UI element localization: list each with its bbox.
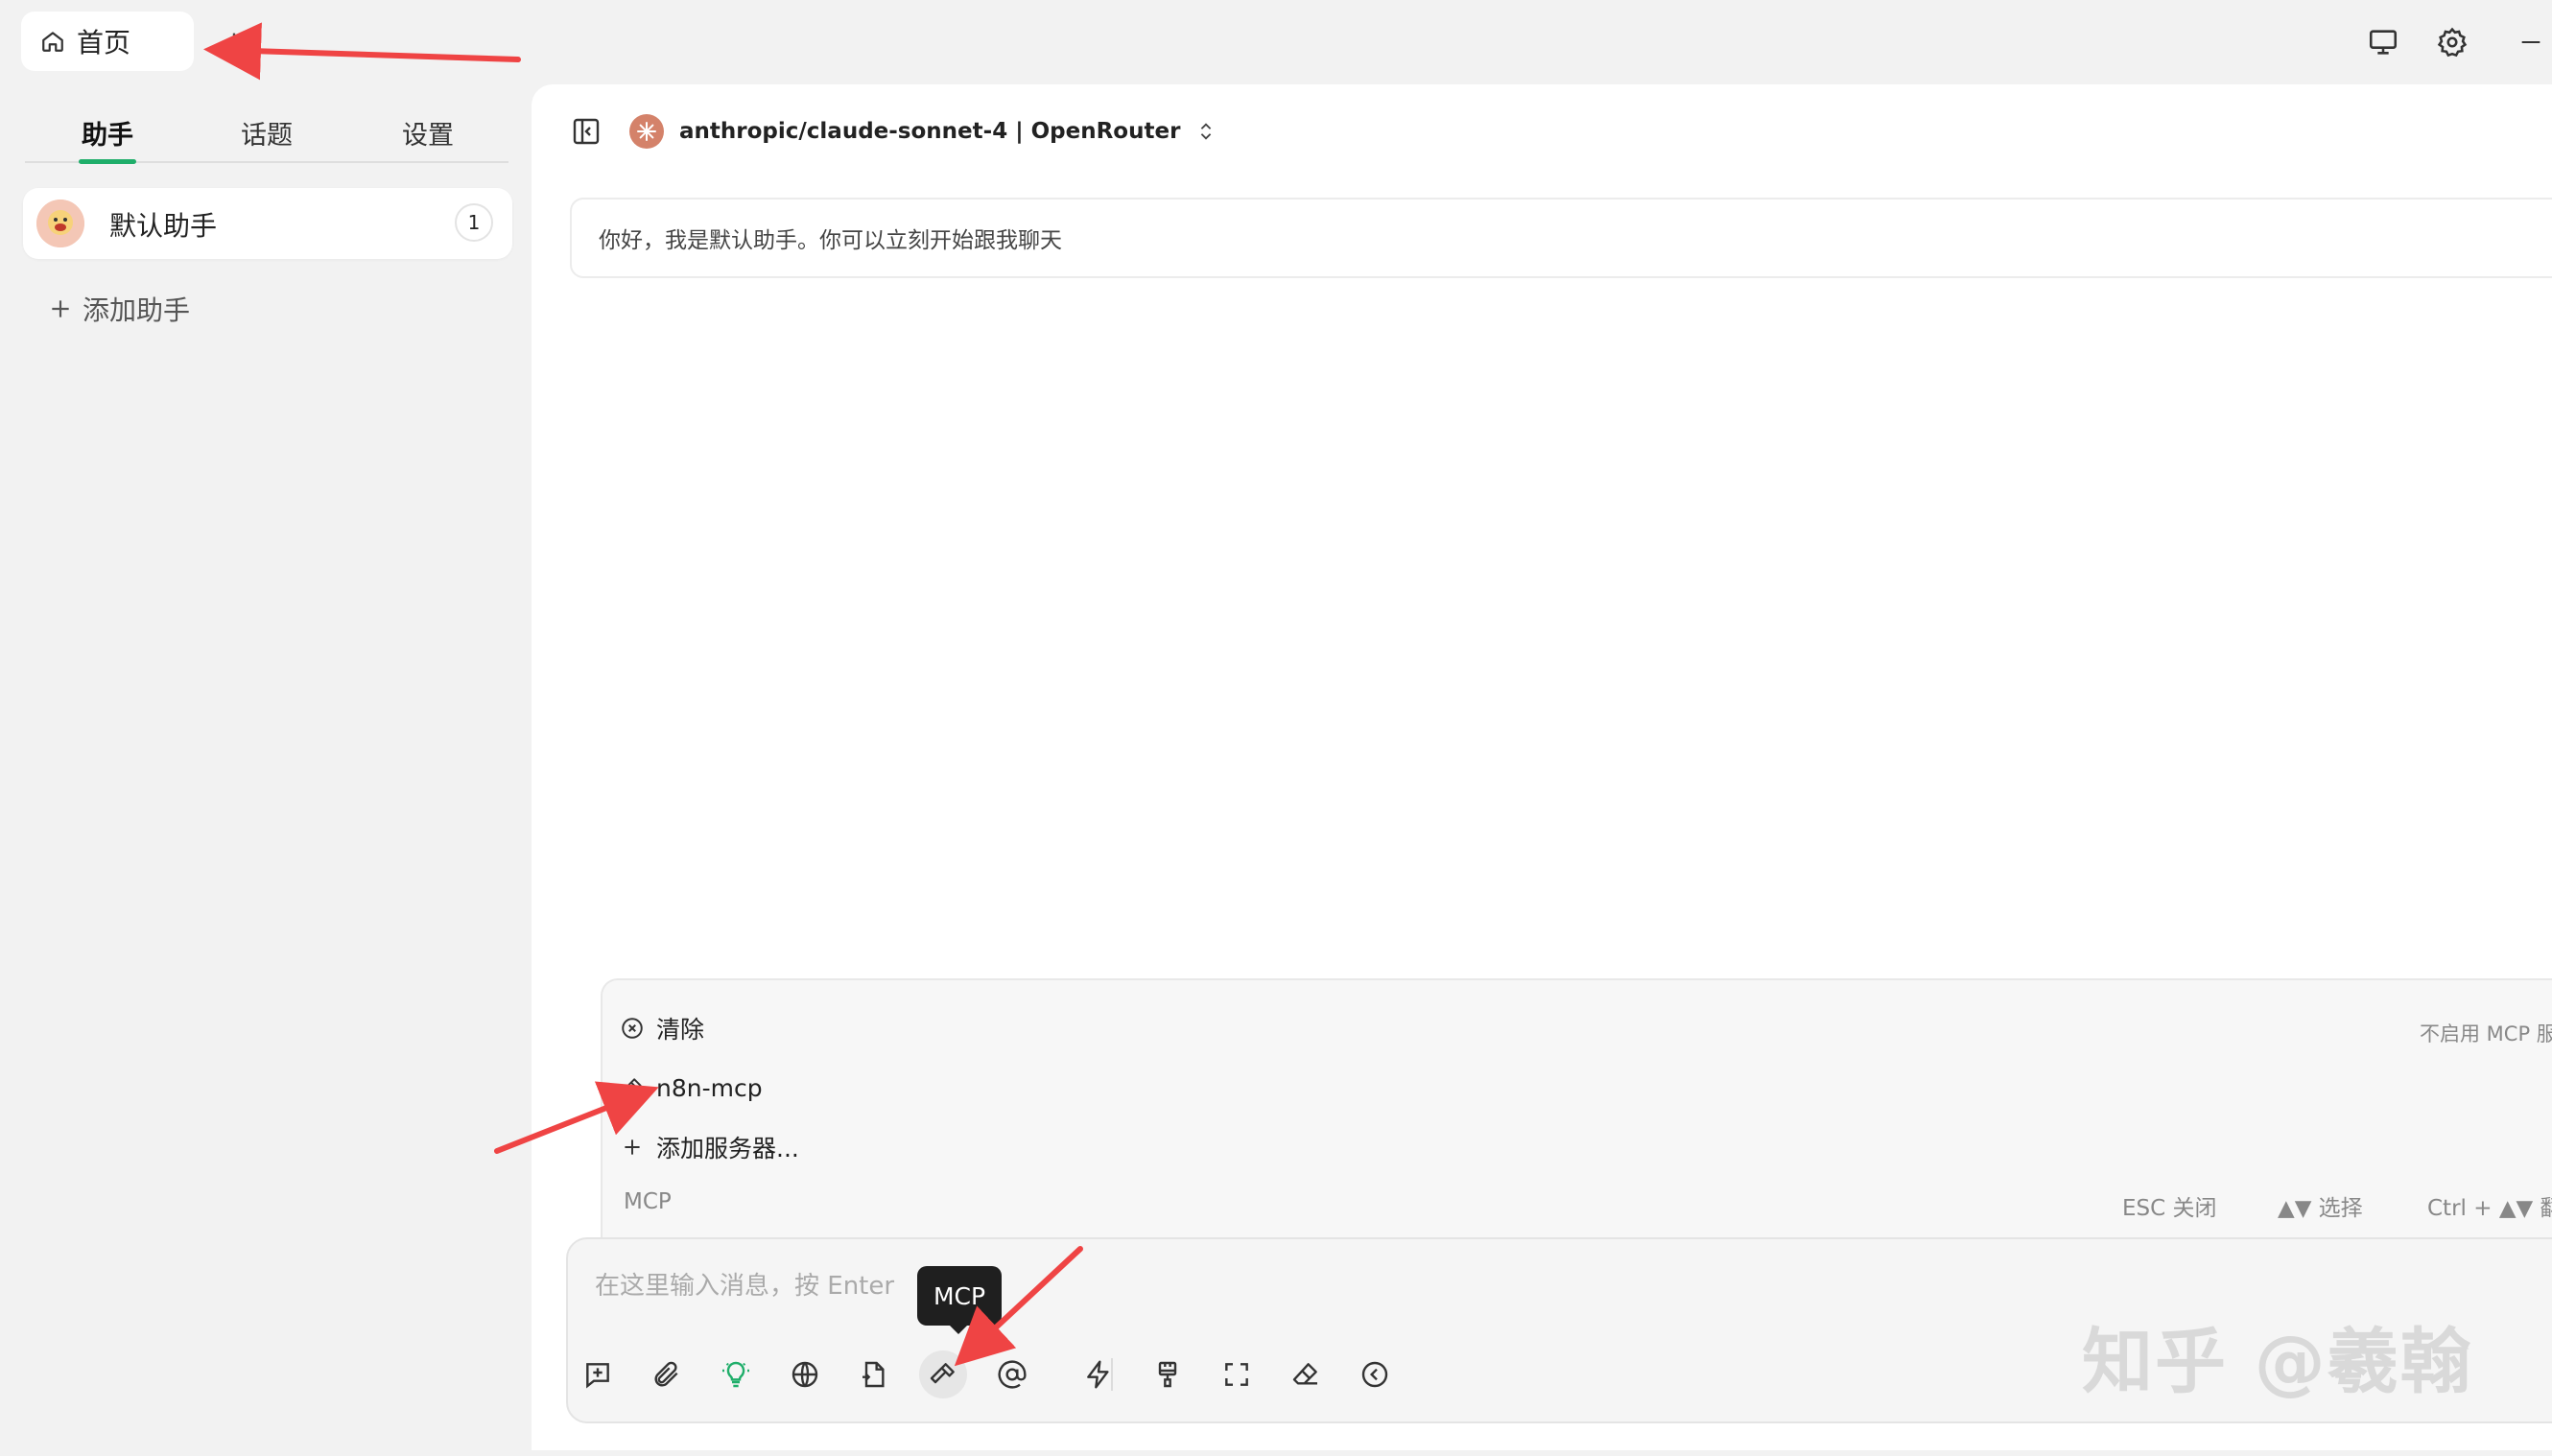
mcp-tooltip: MCP — [917, 1266, 1002, 1326]
web-search-button[interactable] — [781, 1350, 829, 1398]
lightbulb-icon — [722, 1361, 749, 1388]
minimize-button[interactable] — [2510, 21, 2552, 63]
tab-home-label: 首页 — [77, 27, 131, 59]
model-selector[interactable]: anthropic/claude-sonnet-4 | OpenRouter — [629, 109, 1217, 153]
message-input-placeholder: 在这里输入消息，按 Enter — [595, 1272, 895, 1301]
mcp-tools-button[interactable] — [919, 1350, 967, 1398]
clear-circle-icon — [622, 1018, 643, 1039]
tab-settings[interactable]: 设置 — [366, 96, 489, 169]
sidebar-toggle-button[interactable] — [566, 111, 606, 152]
add-assistant-button[interactable]: 添加助手 — [48, 290, 190, 328]
settings-button[interactable] — [2431, 21, 2473, 63]
shortcut-esc-close: ESC 关闭 — [2122, 1196, 2217, 1221]
monitor-icon — [2369, 30, 2398, 55]
hammer-icon — [930, 1363, 955, 1384]
add-assistant-label: 添加助手 — [83, 294, 191, 326]
quick-phrase-button[interactable] — [1075, 1350, 1122, 1398]
image-generation-button[interactable] — [1144, 1350, 1192, 1398]
plus-icon — [52, 300, 69, 317]
chat-panel: anthropic/claude-sonnet-4 | OpenRouter 你… — [532, 84, 2552, 1450]
mcp-server-item-n8n[interactable]: n8n-mcp — [620, 1069, 763, 1107]
reasoning-button[interactable] — [712, 1350, 760, 1398]
model-name: anthropic/claude-sonnet-4 | OpenRouter — [679, 119, 1181, 144]
globe-icon — [792, 1361, 818, 1388]
hammer-icon — [622, 1078, 642, 1095]
chevron-updown-icon — [1201, 123, 1212, 140]
at-icon — [998, 1360, 1027, 1389]
tab-assistants[interactable]: 助手 — [46, 96, 169, 169]
fullscreen-button[interactable] — [1213, 1350, 1261, 1398]
lightning-icon — [1087, 1360, 1109, 1389]
plus-icon — [224, 33, 244, 52]
mcp-disable-hint: 不启用 MCP 服 — [2420, 1022, 2552, 1045]
new-topic-button[interactable] — [574, 1350, 622, 1398]
tab-home[interactable]: 首页 — [21, 12, 194, 71]
clear-context-button[interactable] — [1282, 1350, 1330, 1398]
active-tab-indicator — [79, 159, 136, 164]
paperclip-icon — [654, 1361, 678, 1387]
mcp-clear-item[interactable]: 清除 — [620, 1009, 704, 1047]
eraser-icon — [1292, 1363, 1317, 1385]
mcp-clear-label: 清除 — [656, 1016, 705, 1044]
tab-topics[interactable]: 话题 — [205, 96, 328, 169]
brush-icon — [1158, 1361, 1177, 1388]
collapse-left-icon — [1361, 1361, 1388, 1388]
mcp-add-server-item[interactable]: 添加服务器... — [620, 1128, 799, 1166]
attachment-button[interactable] — [643, 1350, 691, 1398]
mcp-tooltip-tail — [948, 1324, 969, 1334]
claude-logo-icon — [629, 114, 664, 149]
mcp-add-server-label: 添加服务器... — [656, 1135, 799, 1162]
shortcut-select: ▲▼ 选择 — [2278, 1196, 2363, 1221]
watermark-text: 知乎 @羲翰 — [2082, 1321, 2473, 1403]
mcp-server-label: n8n-mcp — [656, 1073, 763, 1102]
mention-model-button[interactable] — [988, 1350, 1036, 1398]
assistant-item-default[interactable]: 默认助手 1 — [23, 188, 512, 259]
assistant-name: 默认助手 — [109, 210, 218, 242]
minimize-icon — [2521, 40, 2540, 44]
collapse-toolbar-button[interactable] — [1351, 1350, 1399, 1398]
shortcut-page: Ctrl + ▲▼ 翻页 — [2427, 1196, 2552, 1221]
mcp-footer-title: MCP — [624, 1189, 672, 1214]
topic-count-badge: 1 — [455, 203, 493, 242]
new-tab-button[interactable] — [213, 21, 255, 63]
plus-icon — [625, 1139, 640, 1155]
sidebar-toggle-icon — [573, 118, 600, 145]
gear-icon — [2437, 27, 2468, 58]
fullscreen-icon — [1225, 1363, 1248, 1386]
knowledge-file-button[interactable] — [850, 1350, 898, 1398]
home-icon — [40, 29, 65, 54]
file-icon — [862, 1361, 885, 1388]
arrow-to-new-tab — [203, 22, 521, 81]
monitor-button[interactable] — [2362, 21, 2404, 63]
avatar — [36, 200, 84, 247]
assistant-greeting-message: 你好，我是默认助手。你可以立刻开始跟我聊天 — [570, 198, 2552, 278]
new-topic-icon — [586, 1363, 609, 1389]
